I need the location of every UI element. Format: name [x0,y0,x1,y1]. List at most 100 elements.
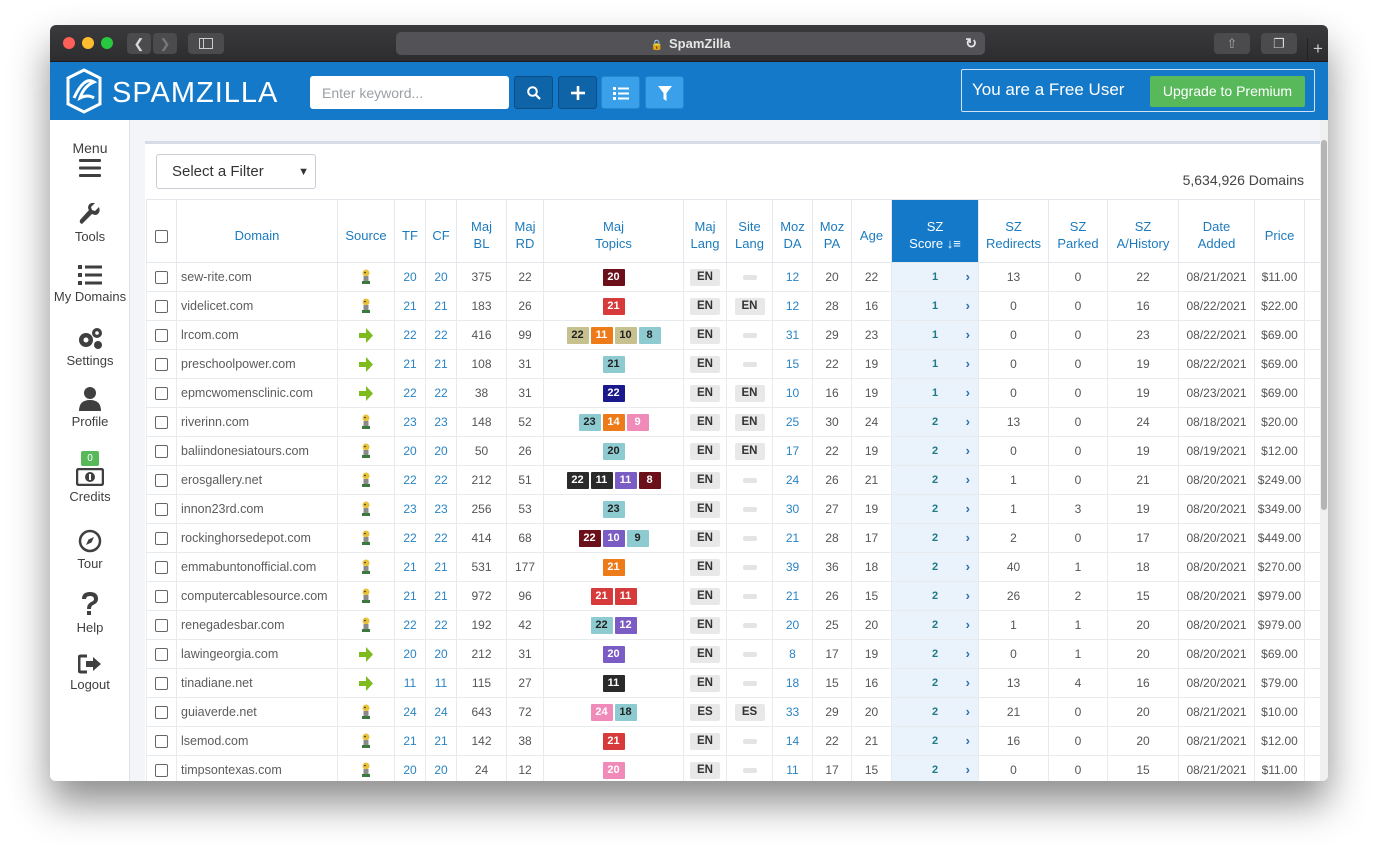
chevron-right-icon[interactable]: › [966,356,970,371]
col-header-cf[interactable]: CF [425,199,457,263]
col-header-maj-bl[interactable]: Maj BL [456,199,507,263]
sz-score-cell[interactable]: 2 › [891,436,979,466]
sidebar-item-menu[interactable]: Menu [50,140,130,180]
filter-button[interactable] [645,76,684,109]
topic-badge[interactable]: 21 [602,355,625,373]
sz-score-cell[interactable]: 1 › [891,378,979,408]
list-view-button[interactable] [601,76,640,109]
table-row[interactable]: preschoolpower.com 21 21 108 31 21 EN 15 22 19 1 › 0… [146,349,1327,379]
topic-badge[interactable]: 21 [602,297,625,315]
sidebar-item-tour[interactable]: Tour [50,529,130,571]
topic-badge[interactable]: 23 [602,500,625,518]
domain-cell[interactable]: computercablesource.com [176,581,338,611]
chevron-right-icon[interactable]: › [966,617,970,632]
domain-cell[interactable]: riverinn.com [176,407,338,437]
col-header-date-added[interactable]: Date Added [1178,199,1255,263]
table-row[interactable]: epmcwomensclinic.com 22 22 38 31 22 EN EN 10 16 19… [146,378,1327,408]
sz-score-cell[interactable]: 2 › [891,581,979,611]
table-row[interactable]: tinadiane.net 11 11 115 27 11 EN 18 15 16 2 › 13 4 16 0… [146,668,1327,698]
chevron-right-icon[interactable]: › [966,733,970,748]
chevron-right-icon[interactable]: › [966,559,970,574]
topic-badge[interactable]: 22 [566,326,589,344]
domain-cell[interactable]: guiaverde.net [176,697,338,727]
table-row[interactable]: sew-rite.com 20 20 375 22 20 EN 12 20 22 1 › 13 0 22 08… [146,262,1327,292]
search-input[interactable] [310,76,509,109]
chevron-right-icon[interactable]: › [966,704,970,719]
col-header-sz-score[interactable]: SZ Score ↓≡ [891,199,979,263]
col-header-moz-da[interactable]: Moz DA [772,199,813,263]
chevron-right-icon[interactable]: › [966,443,970,458]
domain-cell[interactable]: epmcwomensclinic.com [176,378,338,408]
sidebar-item-tools[interactable]: Tools [50,202,130,244]
col-header-sz-history[interactable]: SZ A/History [1107,199,1179,263]
table-row[interactable]: riverinn.com 23 23 148 52 23 14 9 EN EN 25 30 24 2 › 13… [146,407,1327,437]
scrollbar-thumb[interactable] [1321,140,1327,510]
row-checkbox[interactable] [155,329,168,343]
topic-badge[interactable]: 21 [590,587,613,605]
sz-score-cell[interactable]: 2 › [891,755,979,781]
chevron-right-icon[interactable]: › [966,501,970,516]
table-row[interactable]: lsemod.com 21 21 142 38 21 EN 14 22 21 2 › 16 0 20 08/2… [146,726,1327,756]
row-checkbox[interactable] [155,590,168,604]
topic-badge[interactable]: 22 [578,529,601,547]
topic-badge[interactable]: 8 [638,471,661,489]
table-row[interactable]: timpsontexas.com 20 20 24 12 20 EN 11 17 15 2 › 0 0 15… [146,755,1327,781]
domain-cell[interactable]: erosgallery.net [176,465,338,495]
table-row[interactable]: videlicet.com 21 21 183 26 21 EN EN 12 28 16 1 › 0 0 16… [146,291,1327,321]
sz-score-cell[interactable]: 2 › [891,552,979,582]
row-checkbox[interactable] [155,532,168,546]
scrollbar[interactable] [1320,120,1328,781]
new-tab-button[interactable]: + [1307,38,1328,60]
sz-score-cell[interactable]: 1 › [891,291,979,321]
sz-score-cell[interactable]: 2 › [891,697,979,727]
chevron-right-icon[interactable]: › [966,675,970,690]
forward-button[interactable]: ❯ [153,33,177,54]
topic-badge[interactable]: 10 [614,326,637,344]
topic-badge[interactable]: 20 [602,442,625,460]
table-row[interactable]: renegadesbar.com 22 22 192 42 22 12 EN 20 25 20 2 › 1… [146,610,1327,640]
topic-badge[interactable]: 11 [602,674,625,692]
sidebar-item-settings[interactable]: Settings [50,326,130,368]
topic-badge[interactable]: 20 [602,761,625,779]
sidebar-item-logout[interactable]: Logout [50,654,130,692]
search-button[interactable] [514,76,553,109]
topic-badge[interactable]: 23 [578,413,601,431]
chevron-right-icon[interactable]: › [966,588,970,603]
topic-badge[interactable]: 22 [602,384,625,402]
sz-score-cell[interactable]: 2 › [891,668,979,698]
address-bar[interactable]: 🔒 SpamZilla ↻ [396,32,985,55]
sidebar-toggle-icon[interactable] [188,33,224,54]
sz-score-cell[interactable]: 2 › [891,523,979,553]
domain-cell[interactable]: preschoolpower.com [176,349,338,379]
topic-badge[interactable]: 8 [638,326,661,344]
row-checkbox[interactable] [155,677,168,691]
col-header-source[interactable]: Source [337,199,395,263]
col-header-maj-topics[interactable]: Maj Topics [543,199,684,263]
topic-badge[interactable]: 20 [602,268,625,286]
sz-score-cell[interactable]: 2 › [891,726,979,756]
table-row[interactable]: emmabuntonofficial.com 21 21 531 177 21 EN 39 36… [146,552,1327,582]
topic-badge[interactable]: 11 [614,587,637,605]
chevron-right-icon[interactable]: › [966,762,970,777]
topic-badge[interactable]: 10 [602,529,625,547]
sz-score-cell[interactable]: 2 › [891,465,979,495]
domain-cell[interactable]: lsemod.com [176,726,338,756]
domain-cell[interactable]: tinadiane.net [176,668,338,698]
domain-cell[interactable]: innon23rd.com [176,494,338,524]
topic-badge[interactable]: 11 [590,471,613,489]
table-row[interactable]: innon23rd.com 23 23 256 53 23 EN 30 27 19 2 › 1 3 19 08… [146,494,1327,524]
topic-badge[interactable]: 18 [614,703,637,721]
table-row[interactable]: computercablesource.com 21 21 972 96 21 11 EN 21… [146,581,1327,611]
topic-badge[interactable]: 21 [602,732,625,750]
table-row[interactable]: baliindonesiatours.com 20 20 50 26 20 EN EN 17 22… [146,436,1327,466]
row-checkbox[interactable] [155,619,168,633]
topic-badge[interactable]: 22 [566,471,589,489]
sz-score-cell[interactable]: 2 › [891,639,979,669]
row-checkbox[interactable] [155,561,168,575]
row-checkbox[interactable] [155,648,168,662]
sidebar-item-credits[interactable]: 0 Credits [50,451,130,504]
domain-cell[interactable]: lrcom.com [176,320,338,350]
col-header-sz-parked[interactable]: SZ Parked [1048,199,1108,263]
chevron-right-icon[interactable]: › [966,530,970,545]
chevron-right-icon[interactable]: › [966,414,970,429]
